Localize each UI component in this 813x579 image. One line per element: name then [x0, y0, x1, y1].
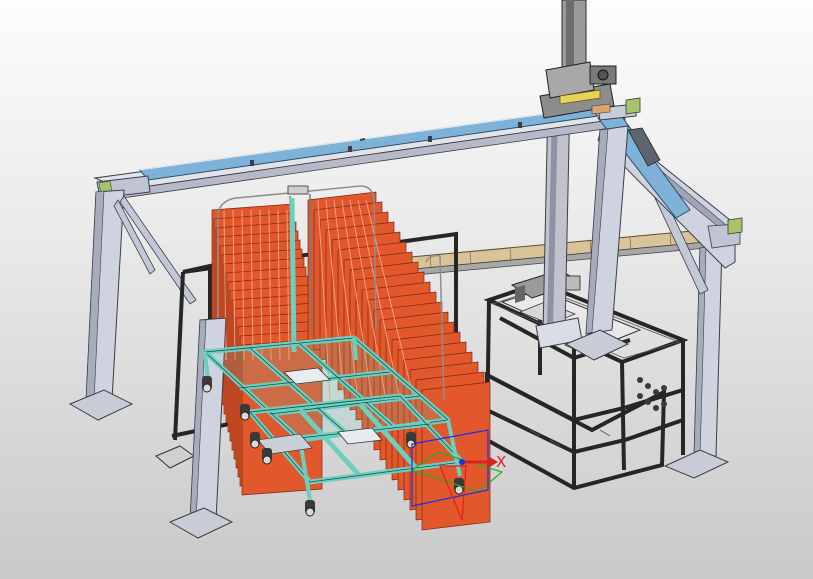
frame-foot-plate	[68, 389, 134, 421]
x-axis-label: X	[496, 453, 506, 471]
frame-foot-plate	[663, 449, 730, 479]
basket-handle	[287, 185, 309, 195]
x-axis-rail	[93, 107, 626, 199]
vertical-z-axis	[535, 0, 587, 349]
z-motor-head	[539, 61, 617, 119]
frame-foot-plate	[155, 445, 195, 469]
cad-viewport[interactable]: X	[0, 0, 813, 579]
frame-foot-plate	[168, 507, 234, 539]
